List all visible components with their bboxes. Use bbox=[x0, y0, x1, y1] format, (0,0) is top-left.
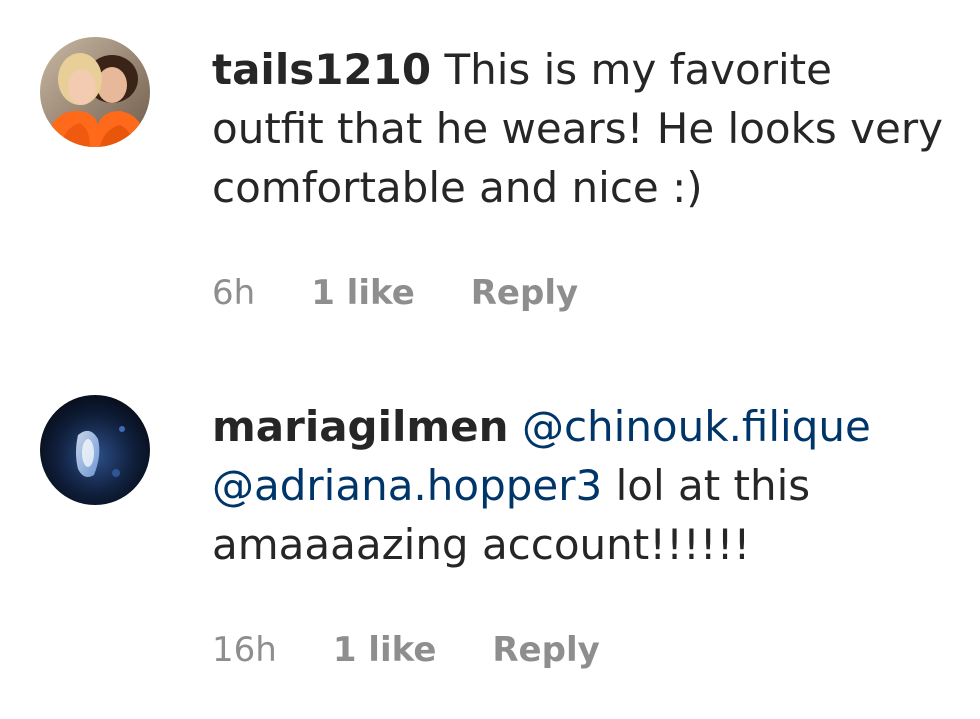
reply-button[interactable]: Reply bbox=[471, 273, 578, 313]
likes-count-button[interactable]: 1 like bbox=[311, 273, 415, 313]
user-avatar[interactable] bbox=[40, 37, 150, 147]
likes-count-button[interactable]: 1 like bbox=[333, 630, 437, 670]
comment-item: tails1210 This is my favorite outfit tha… bbox=[0, 0, 980, 360]
comment-text: mariagilmen @chinouk.filique @adriana.ho… bbox=[212, 397, 952, 574]
username-link[interactable]: mariagilmen bbox=[212, 402, 509, 451]
timestamp[interactable]: 16h bbox=[212, 630, 277, 670]
mention-link[interactable]: @chinouk.filique bbox=[522, 402, 871, 451]
timestamp[interactable]: 6h bbox=[212, 273, 255, 313]
comment-meta: 6h 1 like Reply bbox=[212, 273, 578, 313]
comment-meta: 16h 1 like Reply bbox=[212, 630, 600, 670]
username-link[interactable]: tails1210 bbox=[212, 45, 431, 94]
comment-item: mariagilmen @chinouk.filique @adriana.ho… bbox=[0, 360, 980, 719]
reply-button[interactable]: Reply bbox=[492, 630, 599, 670]
comment-text: tails1210 This is my favorite outfit tha… bbox=[212, 40, 952, 217]
user-avatar[interactable] bbox=[40, 395, 150, 505]
profile-photo-icon bbox=[40, 395, 150, 505]
mention-link[interactable]: @adriana.hopper3 bbox=[212, 461, 602, 510]
profile-photo-icon bbox=[40, 37, 150, 147]
